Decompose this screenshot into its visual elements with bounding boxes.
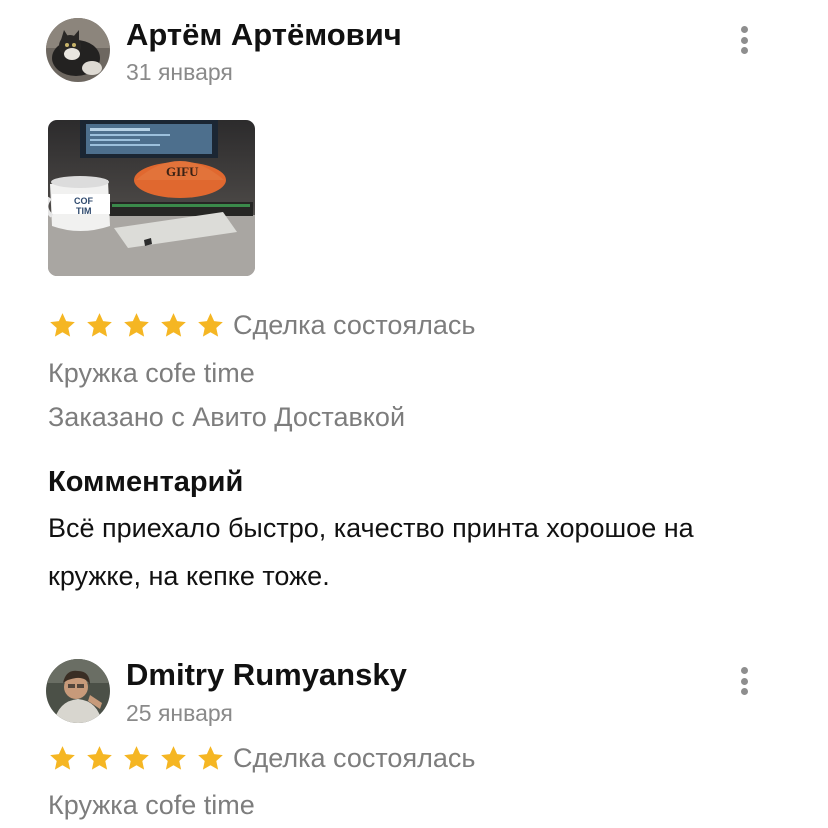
star-icon <box>124 312 149 337</box>
delivery-info: Заказано с Авито Доставкой <box>48 402 406 432</box>
review-author[interactable]: Артём Артёмович <box>126 17 402 53</box>
review-author[interactable]: Dmitry Rumyansky <box>126 657 407 693</box>
comment-heading: Комментарий <box>48 466 244 498</box>
rating-stars <box>48 310 233 340</box>
avatar[interactable] <box>46 18 110 82</box>
more-vertical-icon <box>740 667 748 674</box>
comment-text: Всё приехало быстро, качество принта хор… <box>48 513 694 591</box>
star-icon <box>50 745 75 770</box>
star-icon <box>87 312 112 337</box>
star-icon <box>87 745 112 770</box>
review-date: 25 января <box>126 700 233 726</box>
mug-print-text-line1: COF <box>74 196 94 206</box>
star-icon <box>198 745 223 770</box>
star-icon <box>198 312 223 337</box>
review-item: Кружка cofe time <box>48 790 255 820</box>
star-icon <box>124 745 149 770</box>
rating-stars <box>48 743 233 773</box>
star-icon <box>161 745 186 770</box>
star-icon <box>50 312 75 337</box>
more-vertical-icon <box>740 26 748 33</box>
star-icon <box>161 312 186 337</box>
more-options-button[interactable] <box>730 664 758 698</box>
cap-print-text: GIFU <box>166 164 199 179</box>
avatar[interactable] <box>46 659 110 723</box>
avatar-person-image <box>46 659 110 723</box>
review-item: Кружка cofe time <box>48 358 255 388</box>
deal-status: Сделка состоялась <box>233 310 476 340</box>
avatar-cat-image <box>46 18 110 82</box>
review-date: 31 января <box>126 59 233 85</box>
review-photo-image: GIFU COF TIM <box>48 120 255 276</box>
more-options-button[interactable] <box>730 23 758 57</box>
review-photo[interactable]: GIFU COF TIM <box>48 120 255 276</box>
mug-print-text-line2: TIM <box>76 206 92 216</box>
deal-status: Сделка состоялась <box>233 743 476 773</box>
